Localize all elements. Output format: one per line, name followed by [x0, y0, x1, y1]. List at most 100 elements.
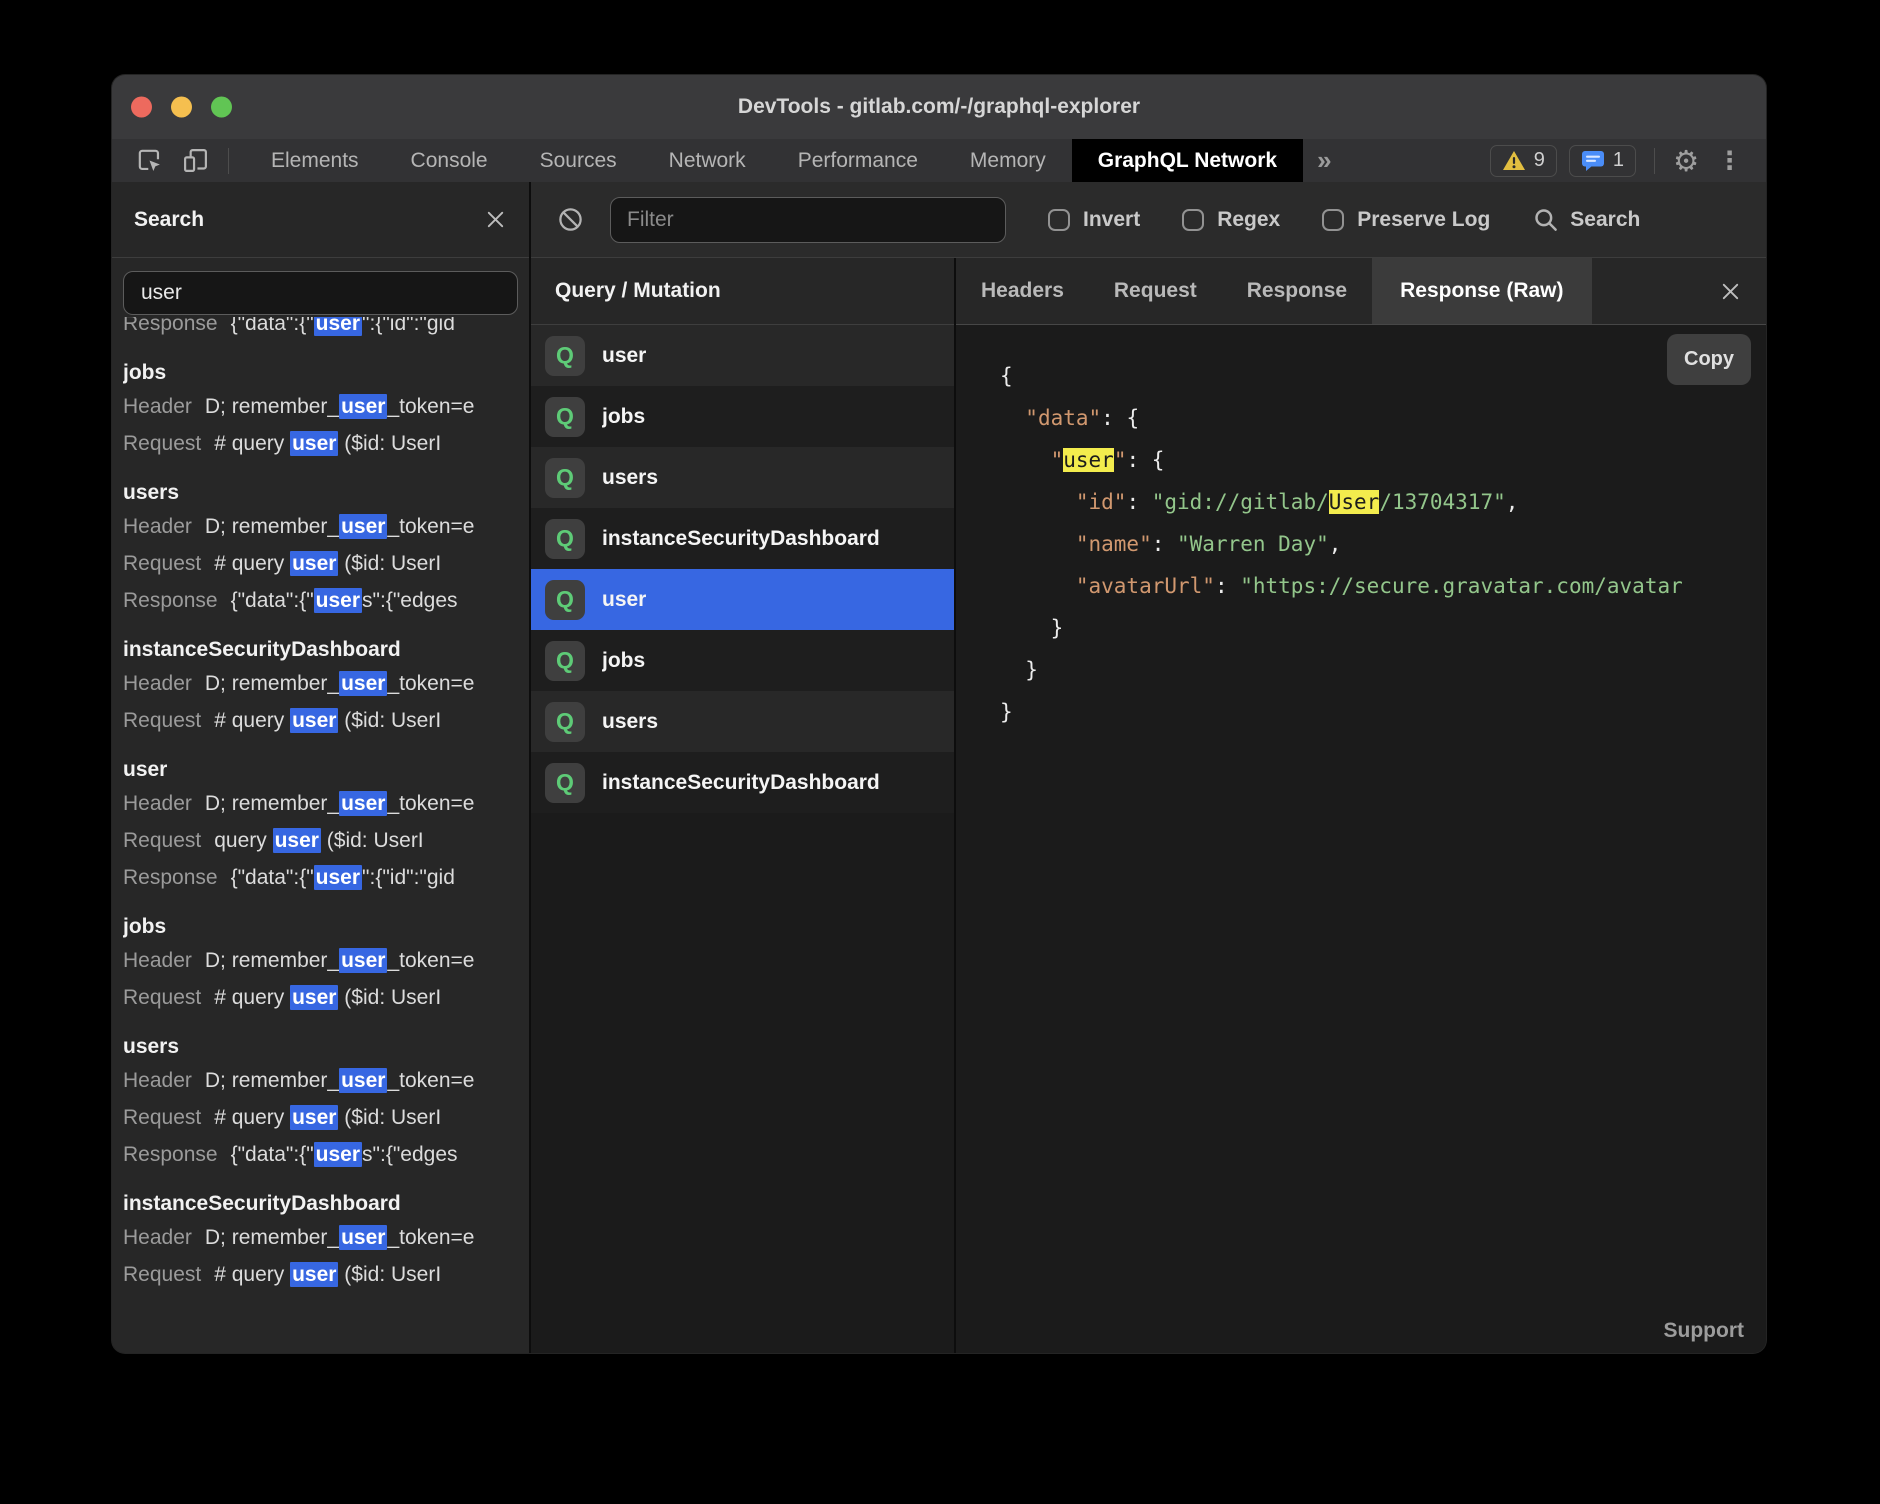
query-list-item[interactable]: Quser [531, 569, 954, 630]
text-segment: _token=e [387, 1226, 474, 1249]
text-segment: _token=e [387, 1069, 474, 1092]
text-segment: ($id: UserI [338, 552, 441, 575]
highlighted-match: user [290, 1105, 338, 1130]
tab-performance[interactable]: Performance [772, 139, 944, 182]
result-group-header: user [123, 755, 529, 785]
search-result-line[interactable]: Response{"data":{"users":{"edges [123, 582, 529, 619]
query-list-item[interactable]: Qjobs [531, 630, 954, 691]
warnings-badge[interactable]: 9 [1490, 145, 1557, 177]
close-search-icon[interactable] [484, 208, 507, 231]
preserve-log-checkbox[interactable]: Preserve Log [1322, 208, 1490, 232]
invert-checkbox[interactable]: Invert [1048, 208, 1140, 232]
search-result-line[interactable]: HeaderD; remember_user_token=e [123, 942, 529, 979]
query-type-badge: Q [545, 580, 585, 620]
search-panel: Search Response{"data":{"user":{"id":"gi… [112, 182, 531, 1353]
detail-panel: HeadersRequestResponseResponse (Raw) Cop… [956, 258, 1766, 1353]
search-result-line[interactable]: HeaderD; remember_user_token=e [123, 388, 529, 425]
search-result-line[interactable]: Request# query user ($id: UserI [123, 702, 529, 739]
settings-gear-icon[interactable]: ⚙ [1673, 144, 1699, 178]
text-segment: D; remember_ [205, 949, 339, 972]
device-toolbar-icon[interactable] [178, 144, 212, 178]
text-segment: {"data":{" [231, 589, 314, 612]
text-segment: D; remember_ [205, 1069, 339, 1092]
text-segment: {"data":{" [231, 866, 314, 889]
search-input[interactable] [123, 271, 518, 315]
regex-checkbox[interactable]: Regex [1182, 208, 1280, 232]
search-result-line[interactable]: Response{"data":{"user":{"id":"gid [123, 317, 529, 342]
detail-tab-response[interactable]: Response [1222, 258, 1372, 324]
json-line: } [1000, 691, 1766, 733]
search-result-line[interactable]: Request# query user ($id: UserI [123, 1099, 529, 1136]
toolbar-right: 9 1 ⚙ ⋮ [1490, 144, 1766, 178]
search-result-line[interactable]: Request# query user ($id: UserI [123, 1256, 529, 1293]
text-segment: D; remember_ [205, 395, 339, 418]
result-line-label: Header [123, 395, 192, 418]
detail-tab-request[interactable]: Request [1089, 258, 1222, 324]
text-segment: ($id: UserI [321, 829, 424, 852]
search-result-line[interactable]: HeaderD; remember_user_token=e [123, 508, 529, 545]
tab-sources[interactable]: Sources [514, 139, 643, 182]
issues-count: 1 [1613, 149, 1624, 172]
result-line-label: Request [123, 1263, 201, 1286]
text-segment: {"data":{" [231, 317, 314, 335]
preserve-log-label: Preserve Log [1357, 208, 1490, 232]
tab-elements[interactable]: Elements [245, 139, 385, 182]
detail-tab-response-raw[interactable]: Response (Raw) [1372, 258, 1591, 324]
json-response-view: { "data": { "user": { "id": "gid://gitla… [956, 325, 1766, 733]
detail-tab-headers[interactable]: Headers [956, 258, 1089, 324]
search-result-line[interactable]: HeaderD; remember_user_token=e [123, 665, 529, 702]
text-segment [1000, 532, 1076, 556]
issues-badge[interactable]: 1 [1569, 145, 1636, 177]
search-result-line[interactable]: HeaderD; remember_user_token=e [123, 785, 529, 822]
query-list-item[interactable]: QinstanceSecurityDashboard [531, 508, 954, 569]
json-line: } [1000, 649, 1766, 691]
query-name: users [602, 710, 658, 734]
kebab-menu-icon[interactable]: ⋮ [1711, 146, 1748, 175]
copy-button[interactable]: Copy [1667, 334, 1751, 385]
text-segment: " [1114, 448, 1127, 472]
text-segment: : [1215, 574, 1240, 598]
tab-memory[interactable]: Memory [944, 139, 1072, 182]
highlighted-match: user [314, 317, 362, 336]
close-detail-icon[interactable] [1719, 280, 1766, 303]
inspect-element-icon[interactable] [132, 144, 166, 178]
toggle-search-button[interactable]: Search [1532, 206, 1640, 233]
highlighted-match: user [290, 551, 338, 576]
search-result-line[interactable]: Request# query user ($id: UserI [123, 545, 529, 582]
text-segment: s":{"edges [362, 589, 457, 612]
search-result-line[interactable]: Request# query user ($id: UserI [123, 979, 529, 1016]
detail-tabs: HeadersRequestResponseResponse (Raw) [956, 258, 1766, 325]
support-link[interactable]: Support [1664, 1319, 1744, 1343]
highlighted-match: user [339, 1225, 387, 1250]
result-group-header: instanceSecurityDashboard [123, 635, 529, 665]
search-icon [1532, 206, 1559, 233]
regex-label: Regex [1217, 208, 1280, 232]
query-list-item[interactable]: Qusers [531, 691, 954, 752]
text-segment: "gid://gitlab/ [1152, 490, 1329, 514]
query-list-item[interactable]: Qjobs [531, 386, 954, 447]
search-result-line[interactable]: HeaderD; remember_user_token=e [123, 1219, 529, 1256]
search-result-line[interactable]: Response{"data":{"users":{"edges [123, 1136, 529, 1173]
query-name: user [602, 344, 646, 368]
tab-network[interactable]: Network [643, 139, 772, 182]
query-list-item[interactable]: Quser [531, 325, 954, 386]
text-segment [1000, 574, 1076, 598]
message-bubble-icon [1581, 150, 1605, 172]
text-segment: , [1329, 532, 1342, 556]
devtools-tabs: ElementsConsoleSourcesNetworkPerformance… [245, 139, 1303, 182]
result-line-label: Response [123, 1143, 218, 1166]
search-result-line[interactable]: HeaderD; remember_user_token=e [123, 1062, 529, 1099]
tab-console[interactable]: Console [385, 139, 514, 182]
text-segment: : [1152, 532, 1177, 556]
search-result-line[interactable]: Response{"data":{"user":{"id":"gid [123, 859, 529, 896]
filter-input[interactable] [610, 197, 1006, 243]
query-list-item[interactable]: QinstanceSecurityDashboard [531, 752, 954, 813]
search-result-line[interactable]: Request# query user ($id: UserI [123, 425, 529, 462]
clear-log-icon[interactable] [557, 206, 584, 233]
search-result-line[interactable]: Requestquery user ($id: UserI [123, 822, 529, 859]
tab-graphql-network[interactable]: GraphQL Network [1072, 139, 1303, 182]
more-tabs-chevron[interactable]: » [1317, 145, 1331, 176]
json-line: } [1000, 607, 1766, 649]
query-list-item[interactable]: Qusers [531, 447, 954, 508]
highlighted-match: user [339, 394, 387, 419]
